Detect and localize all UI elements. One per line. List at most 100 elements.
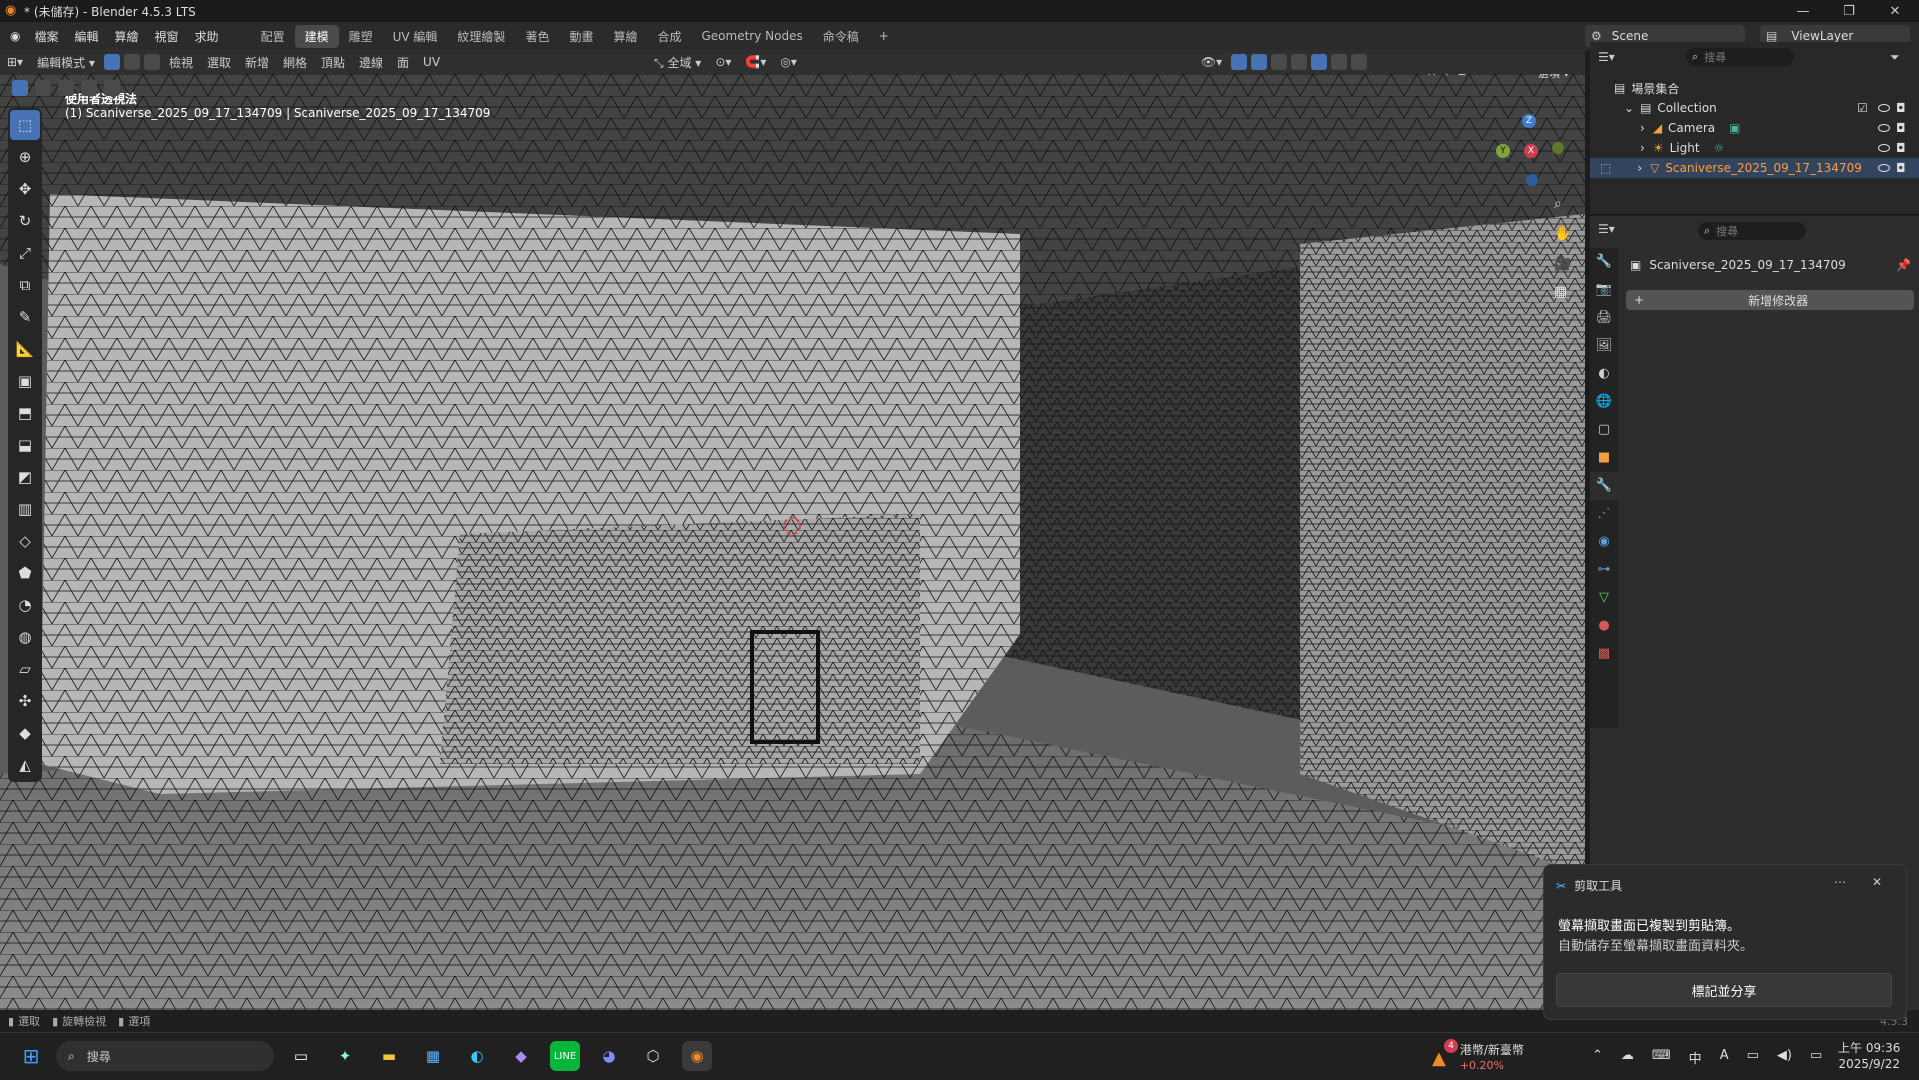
select-subtract-icon[interactable] xyxy=(58,80,74,96)
taskbar-search[interactable]: ⌕ 搜尋 xyxy=(56,1041,274,1071)
gizmo-toggle-icon[interactable] xyxy=(1231,54,1248,70)
constraints-tab-icon[interactable]: ⊶ xyxy=(1590,556,1618,584)
world-tab-icon[interactable]: 🌐 xyxy=(1590,388,1618,416)
more-options-icon[interactable]: ⋯ xyxy=(1834,875,1846,889)
vertex-select-icon[interactable] xyxy=(103,54,120,70)
scene-tab-icon[interactable]: ◐ xyxy=(1590,360,1618,388)
menu-mesh[interactable]: 網格 xyxy=(276,54,314,71)
blender-menu-icon[interactable]: ◉ xyxy=(10,29,20,43)
menu-file[interactable]: 檔案 xyxy=(26,28,66,45)
mirror-y[interactable]: Y xyxy=(1444,74,1451,78)
close-icon[interactable]: ✕ xyxy=(1872,875,1882,889)
menu-vertex[interactable]: 頂點 xyxy=(314,54,352,71)
poly-build-icon[interactable]: ⬟ xyxy=(10,558,40,588)
knife-icon[interactable]: ◇ xyxy=(10,526,40,556)
onedrive-icon[interactable]: ☁ xyxy=(1621,1048,1634,1067)
close-button[interactable]: ✕ xyxy=(1872,0,1918,22)
windows-start-icon[interactable]: ⊞ xyxy=(16,1041,46,1071)
xray-toggle-icon[interactable] xyxy=(1271,54,1288,70)
outliner-scene-collection[interactable]: ▤ 場景集合 xyxy=(1590,78,1919,98)
unity-icon[interactable]: ⬡ xyxy=(638,1041,668,1071)
edge-select-icon[interactable] xyxy=(123,54,140,70)
tab-compositing[interactable]: 合成 xyxy=(647,25,691,48)
expand-icon[interactable]: › xyxy=(1640,121,1645,135)
task-view-icon[interactable]: ▭ xyxy=(286,1041,316,1071)
texture-tab-icon[interactable]: ▩ xyxy=(1590,640,1618,668)
select-invert-icon[interactable] xyxy=(81,80,97,96)
line-app-icon[interactable]: LINE xyxy=(550,1041,580,1071)
properties-search[interactable]: ⌕ 搜尋 xyxy=(1698,222,1806,240)
move-icon[interactable]: ✥ xyxy=(10,174,40,204)
editor-type-icon[interactable]: ⊞▾ xyxy=(0,55,30,69)
tab-uv-editing[interactable]: UV 編輯 xyxy=(383,25,448,48)
eye-icon[interactable] xyxy=(1878,161,1890,175)
visibility-icon[interactable]: 👁▾ xyxy=(1194,55,1229,69)
wireframe-shading-icon[interactable] xyxy=(1291,54,1308,70)
expand-icon[interactable]: › xyxy=(1637,161,1642,175)
scale-icon[interactable]: ⤢ xyxy=(10,238,40,268)
shear-icon[interactable]: ◆ xyxy=(10,718,40,748)
outliner-row-light[interactable]: › ☀ Light ☼ ◘ xyxy=(1590,138,1919,158)
crystal-app-icon[interactable]: ◆ xyxy=(506,1041,536,1071)
select-intersect-icon[interactable] xyxy=(104,80,120,96)
mesh-data-tab-icon[interactable]: ▽ xyxy=(1590,584,1618,612)
chevron-up-icon[interactable]: ⌃ xyxy=(1592,1048,1603,1067)
view-layer-tab-icon[interactable]: 🖼 xyxy=(1590,332,1618,360)
file-explorer-icon[interactable]: ▬ xyxy=(374,1041,404,1071)
tab-scripting[interactable]: 命令稿 xyxy=(813,25,869,48)
eye-icon[interactable] xyxy=(1878,141,1890,155)
proportional-edit-icon[interactable]: ◎▾ xyxy=(773,55,804,69)
expand-icon[interactable]: › xyxy=(1640,141,1645,155)
zoom-icon[interactable]: ⌕ xyxy=(1554,196,1562,212)
mark-and-share-button[interactable]: 標記並分享 xyxy=(1556,973,1892,1007)
select-new-icon[interactable] xyxy=(12,80,28,96)
rendered-shading-icon[interactable] xyxy=(1351,54,1368,70)
outliner-display-icon[interactable]: ☰▾ xyxy=(1598,50,1615,64)
edge-browser-icon[interactable]: ◐ xyxy=(462,1041,492,1071)
menu-help[interactable]: 求助 xyxy=(187,28,227,45)
physics-tab-icon[interactable]: ◉ xyxy=(1590,528,1618,556)
overlay-toggle-icon[interactable] xyxy=(1251,54,1268,70)
tab-layout[interactable]: 配置 xyxy=(251,25,295,48)
ime-mode[interactable]: A xyxy=(1720,1048,1729,1067)
copilot-icon[interactable]: ✦ xyxy=(330,1041,360,1071)
microsoft-store-icon[interactable]: ▦ xyxy=(418,1041,448,1071)
snipping-tool-notification[interactable]: ✂ 剪取工具 ⋯ ✕ 螢幕擷取畫面已複製到剪貼簿。 自動儲存至螢幕擷取畫面資料夾… xyxy=(1543,864,1907,1020)
bevel-icon[interactable]: ◩ xyxy=(10,462,40,492)
select-box-icon[interactable]: ⬚ xyxy=(10,110,40,140)
outliner-row-mesh[interactable]: ⬚ › ▽ Scaniverse_2025_09_17_134709 ◘ xyxy=(1590,158,1919,178)
modifier-tab-icon[interactable]: 🔧 xyxy=(1590,472,1618,500)
menu-face[interactable]: 面 xyxy=(390,54,416,71)
pivot-icon[interactable]: ⊙▾ xyxy=(708,55,738,69)
tab-shading[interactable]: 著色 xyxy=(515,25,559,48)
output-tab-icon[interactable]: 🖨 xyxy=(1590,304,1618,332)
edge-slide-icon[interactable]: ▱ xyxy=(10,654,40,684)
battery-icon[interactable]: ▭ xyxy=(1810,1048,1822,1067)
keyboard-icon[interactable]: ⌨ xyxy=(1652,1048,1671,1067)
loop-cut-icon[interactable]: ▥ xyxy=(10,494,40,524)
object-tab-icon[interactable]: ■ xyxy=(1590,444,1618,472)
face-select-icon[interactable] xyxy=(143,54,160,70)
pan-hand-icon[interactable]: ✋ xyxy=(1554,226,1571,242)
discord-icon[interactable]: ◕ xyxy=(594,1041,624,1071)
particles-tab-icon[interactable]: ⋰ xyxy=(1590,500,1618,528)
outliner-search[interactable]: ⌕ 搜尋 xyxy=(1686,48,1794,66)
pin-icon[interactable]: 📌 xyxy=(1896,258,1911,272)
menu-render[interactable]: 算繪 xyxy=(107,28,147,45)
menu-view[interactable]: 檢視 xyxy=(162,54,200,71)
tab-geometry-nodes[interactable]: Geometry Nodes xyxy=(692,26,813,46)
tab-modeling[interactable]: 建模 xyxy=(294,24,339,48)
annotate-icon[interactable]: ✎ xyxy=(10,302,40,332)
menu-window[interactable]: 視窗 xyxy=(147,28,187,45)
tab-sculpting[interactable]: 雕塑 xyxy=(339,25,383,48)
tool-tab-icon[interactable]: 🔧 xyxy=(1590,248,1618,276)
navigation-gizmo[interactable]: Z Y X xyxy=(1496,114,1568,186)
rip-region-icon[interactable]: ◭ xyxy=(10,750,40,780)
options-dropdown[interactable]: 選項 ▾ xyxy=(1538,74,1569,81)
menu-select[interactable]: 選取 xyxy=(200,54,238,71)
add-modifier-button[interactable]: + 新增修改器 xyxy=(1626,290,1914,310)
spin-icon[interactable]: ◔ xyxy=(10,590,40,620)
extrude-icon[interactable]: ⬒ xyxy=(10,398,40,428)
blender-taskbar-icon[interactable]: ◉ xyxy=(682,1041,712,1071)
menu-uv[interactable]: UV xyxy=(416,55,447,69)
